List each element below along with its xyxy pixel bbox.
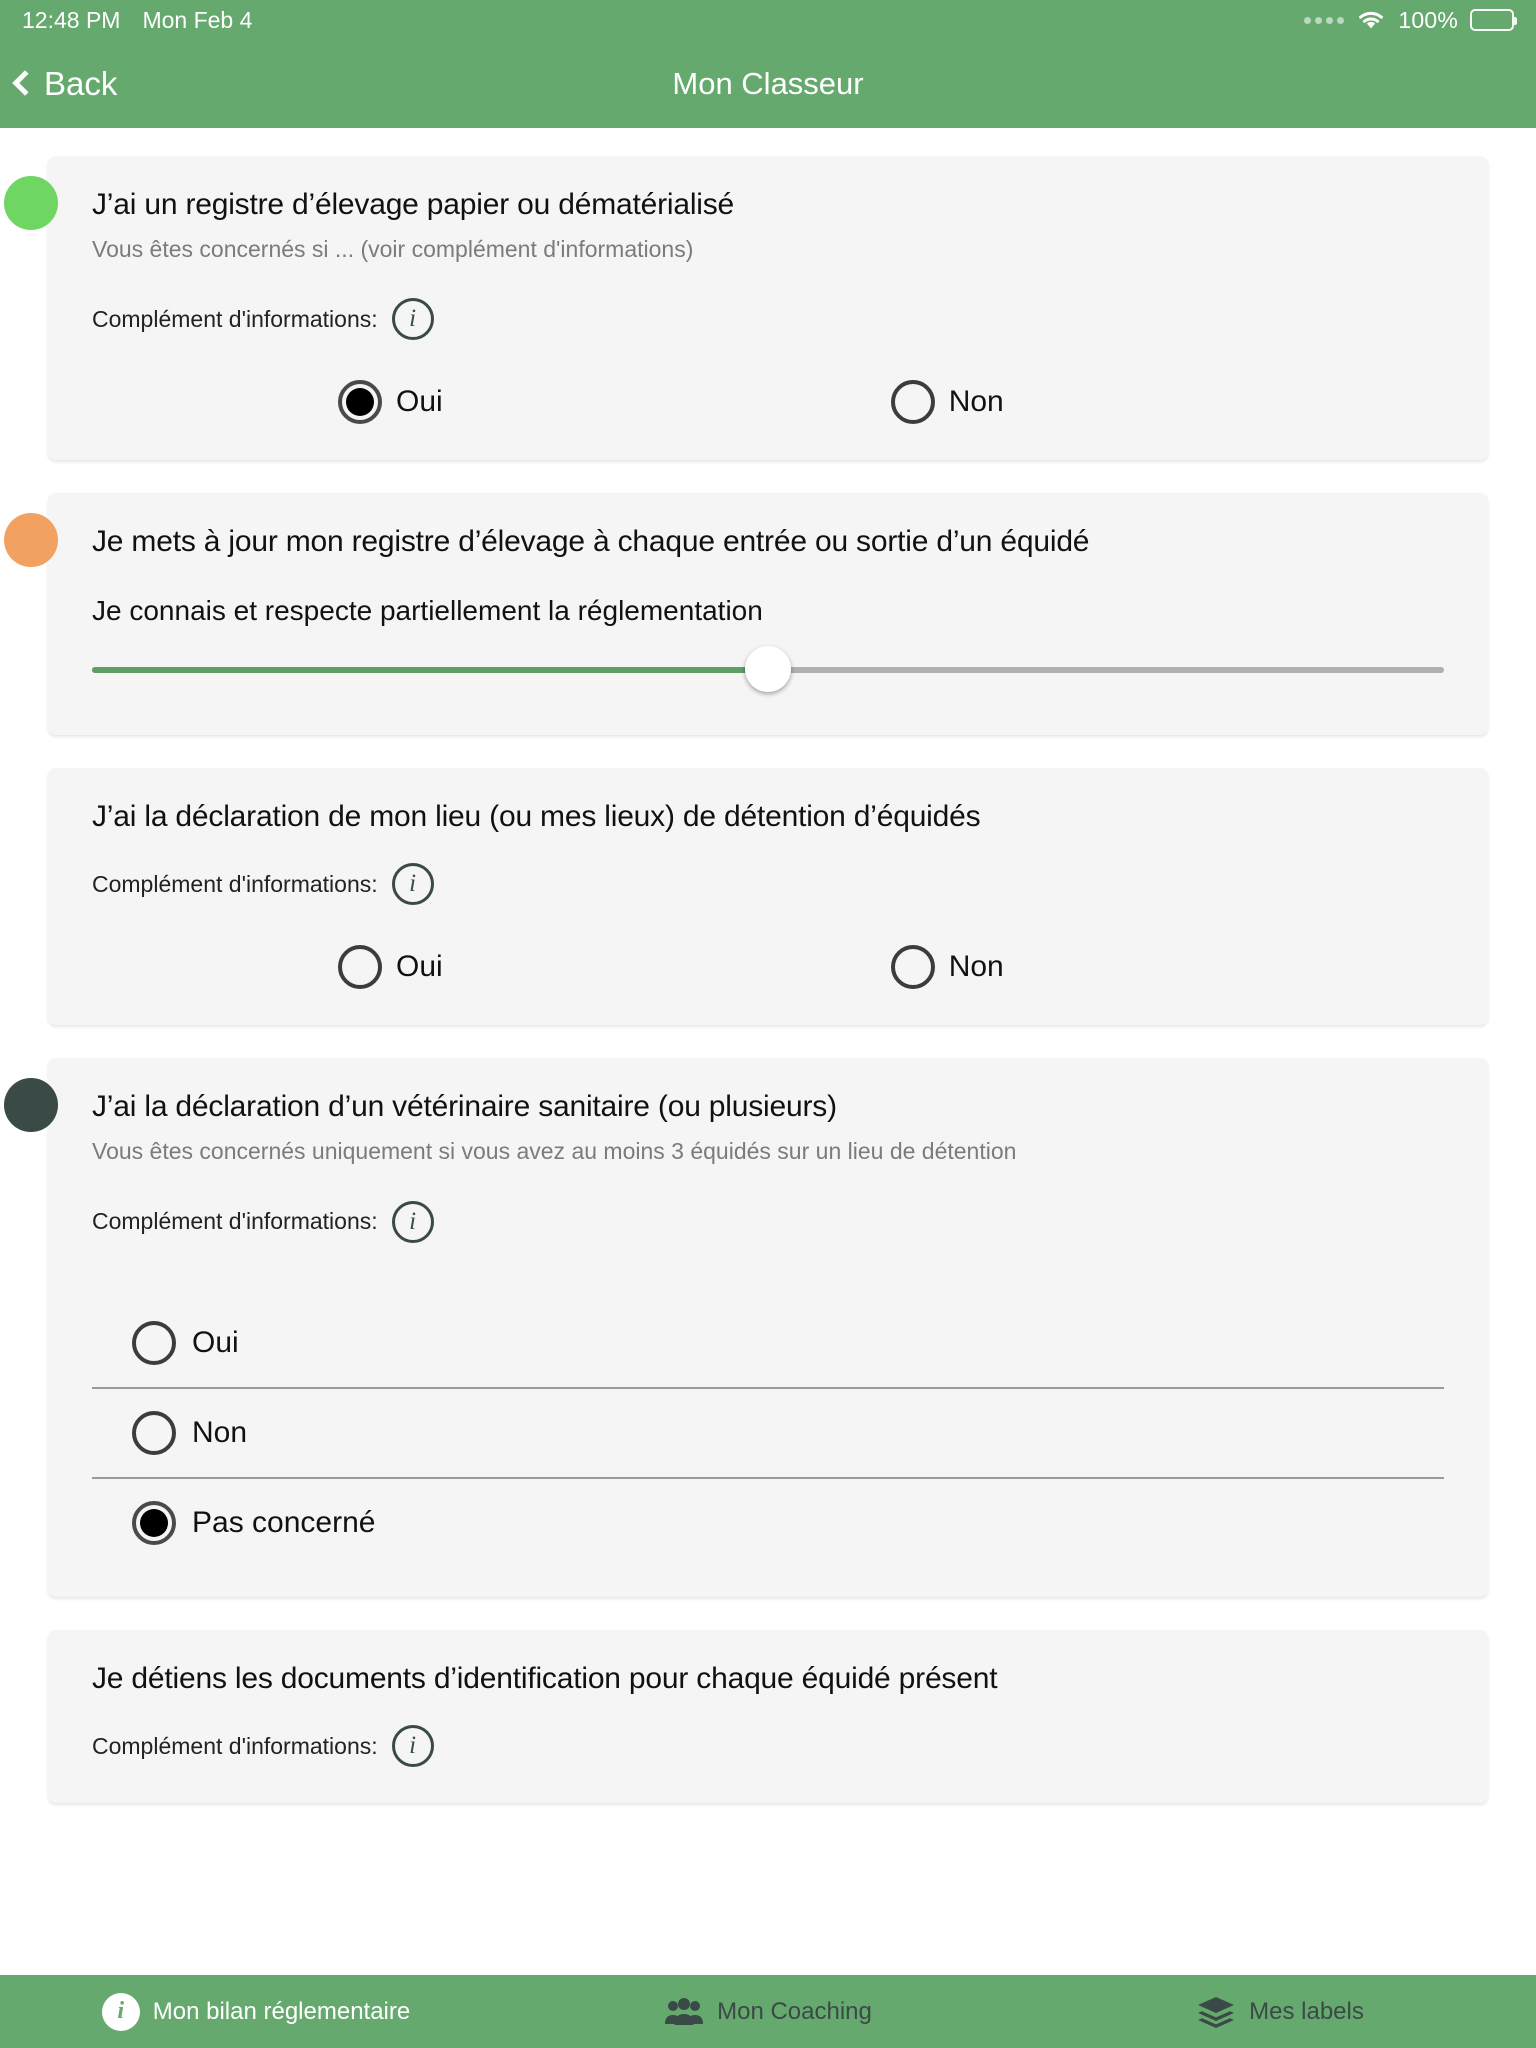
questions-scroll-area[interactable]: J’ai un registre d’élevage papier ou dém… (0, 128, 1536, 2048)
signal-dots-icon (1304, 16, 1345, 24)
status-bar-left: 12:48 PM Mon Feb 4 (22, 7, 252, 34)
radio-button[interactable] (132, 1320, 176, 1365)
complement-label: Complément d'informations: (92, 1732, 378, 1759)
complement-label: Complément d'informations: (92, 870, 378, 897)
radio-button[interactable] (890, 945, 935, 990)
wifi-icon (1356, 9, 1386, 31)
question-card: Je mets à jour mon registre d’élevage à … (48, 493, 1488, 735)
navigation-bar: Back Mon Classeur (0, 40, 1536, 128)
slider-value-label: Je connais et respecte partiellement la … (92, 594, 763, 626)
question-card-wrapper: J’ai la déclaration d’un vétérinaire san… (4, 1058, 1488, 1597)
radio-option-label: Non (192, 1415, 248, 1449)
slider-thumb[interactable] (745, 645, 791, 692)
radio-option-oui[interactable]: Oui (92, 1299, 1444, 1387)
radio-option-label: Oui (192, 1325, 239, 1359)
complement-row: Complément d'informations: i (92, 863, 1444, 906)
bottom-tab-bar: i Mon bilan réglementaire Mon Coaching M… (0, 1975, 1536, 2048)
status-time: 12:48 PM (22, 6, 121, 33)
app-screen: 12:48 PM Mon Feb 4 100% Back Mon Classeu… (0, 0, 1536, 2048)
complement-row: Complément d'informations: i (92, 1200, 1444, 1243)
status-dot-green (4, 176, 58, 230)
question-card: J’ai la déclaration d’un vétérinaire san… (48, 1058, 1488, 1597)
status-dot-orange (4, 513, 58, 568)
tab-label: Mes labels (1249, 1997, 1364, 2025)
status-dot-dark (4, 1078, 58, 1133)
tab-label: Mon Coaching (717, 1997, 872, 2025)
complement-row: Complément d'informations: i (92, 1725, 1444, 1768)
question-title: Je détiens les documents d’identificatio… (92, 1661, 998, 1695)
info-filled-icon: i (101, 1992, 140, 2031)
status-date: Mon Feb 4 (142, 6, 253, 33)
question-title: J’ai un registre d’élevage papier ou dém… (92, 188, 735, 221)
radio-group: Oui Non (92, 945, 1444, 990)
question-card-wrapper: J’ai la déclaration de mon lieu (ou mes … (48, 767, 1488, 1026)
page-title: Mon Classeur (672, 66, 864, 101)
back-button[interactable]: Back (0, 65, 117, 103)
radio-option-label: Non (948, 950, 1004, 984)
question-card: Je détiens les documents d’identificatio… (48, 1629, 1488, 1804)
status-bar-right: 100% (1304, 6, 1517, 34)
tab-label: Mon bilan réglementaire (152, 1997, 411, 2025)
radio-button[interactable] (132, 1410, 176, 1455)
slider[interactable] (92, 645, 1444, 692)
radio-option-label: Oui (396, 950, 443, 984)
complement-label: Complément d'informations: (92, 305, 378, 332)
question-card: J’ai un registre d’élevage papier ou dém… (48, 156, 1488, 461)
question-card: J’ai la déclaration de mon lieu (ou mes … (48, 767, 1488, 1026)
info-icon[interactable]: i (391, 298, 434, 341)
radio-option-non[interactable]: Non (92, 1389, 1444, 1477)
radio-option-pas-concerne[interactable]: Pas concerné (92, 1479, 1444, 1567)
status-bar: 12:48 PM Mon Feb 4 100% (0, 0, 1536, 40)
question-card-wrapper: J’ai un registre d’élevage papier ou dém… (4, 156, 1488, 461)
question-subtitle: Vous êtes concernés si ... (voir complém… (92, 235, 694, 262)
question-subtitle: Vous êtes concernés uniquement si vous a… (92, 1137, 1017, 1164)
radio-option-non[interactable]: Non (890, 380, 1004, 425)
tab-mes-labels[interactable]: Mes labels (1024, 1995, 1536, 2029)
radio-option-oui[interactable]: Oui (338, 945, 443, 990)
info-icon[interactable]: i (391, 1200, 434, 1243)
layers-icon (1196, 1995, 1236, 2029)
radio-group: Oui Non Pas concerné (92, 1299, 1444, 1567)
radio-button[interactable] (890, 380, 935, 425)
radio-group: Oui Non (92, 380, 1444, 425)
tab-mon-bilan-reglementaire[interactable]: i Mon bilan réglementaire (0, 1992, 512, 2031)
question-title: J’ai la déclaration de mon lieu (ou mes … (92, 799, 981, 833)
complement-row: Complément d'informations: i (92, 298, 1444, 341)
battery-percent: 100% (1398, 6, 1458, 33)
radio-option-non[interactable]: Non (890, 945, 1004, 990)
radio-option-label: Oui (396, 385, 443, 419)
chevron-left-icon (12, 70, 38, 96)
info-icon[interactable]: i (391, 863, 434, 906)
people-group-icon (664, 1997, 704, 2027)
question-title: Je mets à jour mon registre d’élevage à … (92, 525, 1090, 559)
battery-full-icon (1470, 9, 1517, 31)
question-title: J’ai la déclaration d’un vétérinaire san… (92, 1090, 837, 1124)
info-icon[interactable]: i (391, 1725, 434, 1768)
tab-mon-coaching[interactable]: Mon Coaching (512, 1997, 1024, 2027)
radio-button[interactable] (132, 1500, 176, 1545)
back-button-label: Back (44, 65, 118, 102)
radio-option-label: Non (948, 385, 1004, 419)
radio-button[interactable] (338, 945, 382, 990)
radio-button[interactable] (338, 380, 382, 425)
radio-option-oui[interactable]: Oui (338, 380, 443, 425)
radio-option-label: Pas concerné (192, 1505, 376, 1539)
slider-fill (92, 666, 768, 673)
question-card-wrapper: Je mets à jour mon registre d’élevage à … (4, 493, 1488, 735)
complement-label: Complément d'informations: (92, 1208, 378, 1235)
question-card-wrapper: Je détiens les documents d’identificatio… (48, 1629, 1488, 1804)
